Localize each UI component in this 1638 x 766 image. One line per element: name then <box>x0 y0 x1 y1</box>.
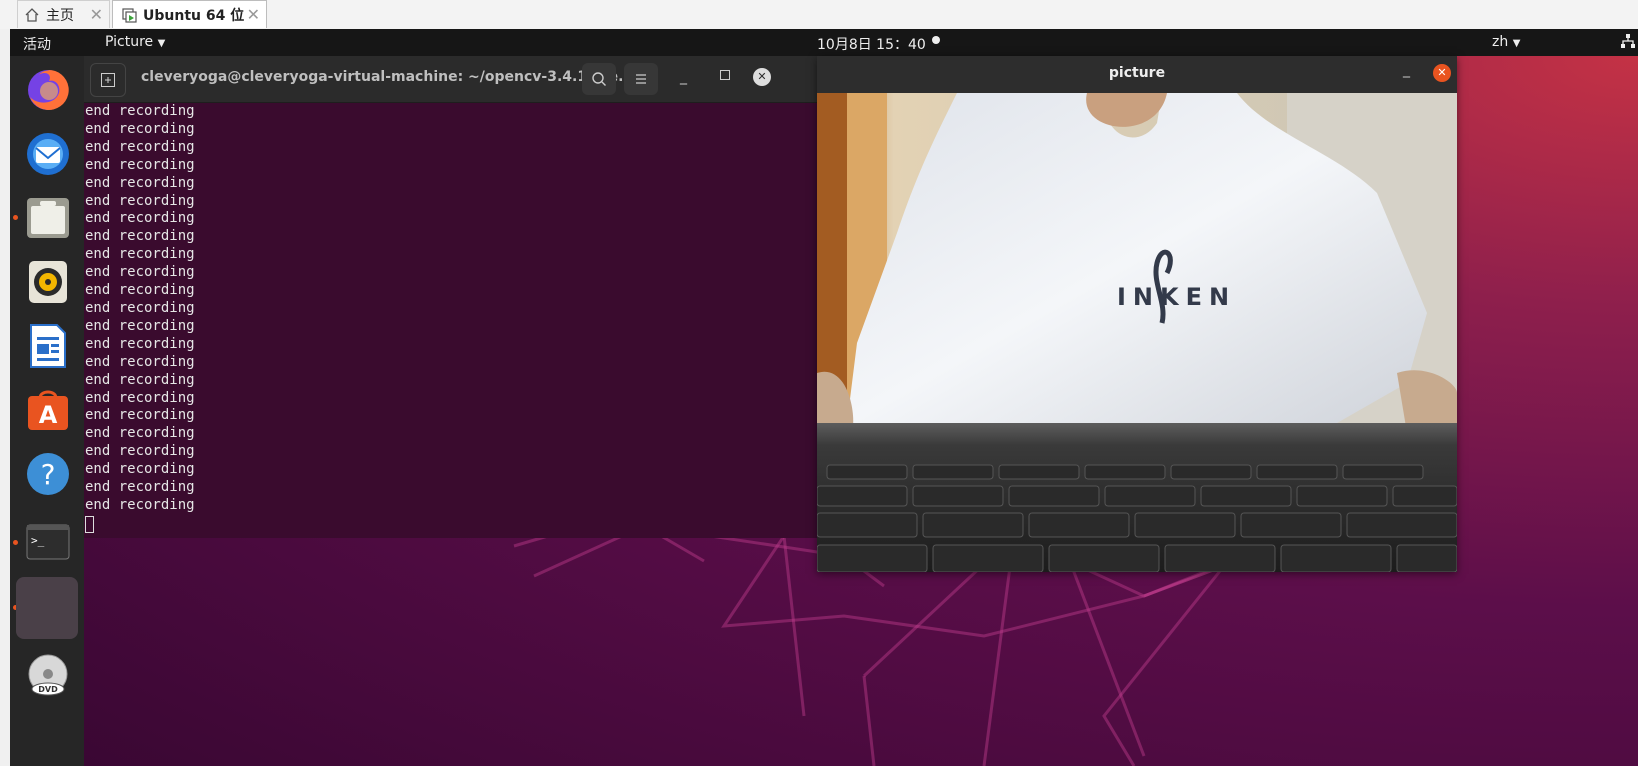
terminal-line: end recording <box>85 210 195 227</box>
terminal-cursor <box>85 515 94 533</box>
terminal-line: end recording <box>85 443 195 460</box>
terminal-window: cleveryoga@cleveryoga-virtual-machine: ~… <box>84 56 818 538</box>
close-icon[interactable]: ✕ <box>753 68 771 86</box>
terminal-line: end recording <box>85 317 195 334</box>
app-menu-label: Picture <box>105 34 154 50</box>
close-tab-icon[interactable]: ✕ <box>247 5 260 24</box>
terminal-line: end recording <box>85 264 195 281</box>
terminal-line: end recording <box>85 299 195 316</box>
hamburger-menu-icon[interactable] <box>624 63 658 95</box>
terminal-line: end recording <box>85 425 195 442</box>
vm-tab-ubuntu-label: Ubuntu 64 位 <box>143 7 245 24</box>
input-method-label: zh <box>1492 34 1509 50</box>
software-center-icon[interactable]: A <box>24 386 72 434</box>
terminal-line: end recording <box>85 353 195 370</box>
picture-app-icon[interactable] <box>16 577 78 639</box>
vm-tab-strip: 主页 ✕ Ubuntu 64 位 ✕ <box>0 0 1638 30</box>
terminal-line: end recording <box>85 496 195 513</box>
clock[interactable]: 10月8日 15：40 <box>817 34 926 54</box>
running-indicator <box>13 215 18 220</box>
libreoffice-writer-icon[interactable] <box>24 322 72 370</box>
camera-image: INKEN <box>817 93 1457 572</box>
terminal-header-bar: cleveryoga@cleveryoga-virtual-machine: ~… <box>84 56 818 103</box>
vm-tab-ubuntu[interactable]: Ubuntu 64 位 ✕ <box>112 0 267 28</box>
home-icon <box>25 7 39 22</box>
camera-frame: INKEN <box>817 93 1457 572</box>
notification-dot-icon <box>932 36 940 44</box>
new-tab-icon[interactable] <box>90 63 126 97</box>
svg-text:?: ? <box>41 458 56 491</box>
terminal-icon[interactable]: >_ <box>24 518 72 566</box>
dvd-icon[interactable]: DVD <box>24 652 72 700</box>
vm-running-icon <box>122 7 137 23</box>
terminal-output[interactable]: end recording end recording end recording e… <box>84 103 818 538</box>
terminal-line: end recording <box>85 138 195 155</box>
rhythmbox-icon[interactable] <box>24 258 72 306</box>
app-menu-button[interactable]: Picture ▼ <box>105 34 165 50</box>
terminal-line: end recording <box>85 407 195 424</box>
terminal-line: end recording <box>85 174 195 191</box>
picture-window-title: picture <box>1108 65 1166 81</box>
terminal-line: end recording <box>85 389 195 406</box>
running-indicator <box>13 540 18 545</box>
svg-text:>_: >_ <box>31 534 45 547</box>
files-icon[interactable] <box>24 194 72 242</box>
terminal-line: end recording <box>85 103 195 119</box>
svg-text:A: A <box>39 401 58 429</box>
terminal-line: end recording <box>85 282 195 299</box>
shirt-print-text: INKEN <box>1117 283 1236 311</box>
vm-tab-home-label: 主页 <box>46 7 74 24</box>
close-tab-icon[interactable]: ✕ <box>90 5 103 24</box>
terminal-line: end recording <box>85 246 195 263</box>
thunderbird-icon[interactable] <box>24 130 72 178</box>
terminal-line: end recording <box>85 479 195 496</box>
terminal-line: end recording <box>85 335 195 352</box>
picture-header-bar: picture _ ✕ <box>817 56 1457 93</box>
chevron-down-icon: ▼ <box>157 38 166 49</box>
terminal-line: end recording <box>85 228 195 245</box>
minimize-icon[interactable]: _ <box>1403 62 1410 78</box>
svg-text:DVD: DVD <box>38 685 58 694</box>
network-icon[interactable] <box>1620 33 1636 53</box>
close-icon[interactable]: ✕ <box>1433 64 1451 82</box>
help-icon[interactable]: ? <box>24 450 72 498</box>
terminal-line: end recording <box>85 156 195 173</box>
minimize-icon[interactable]: _ <box>680 69 687 85</box>
terminal-line: end recording <box>85 192 195 209</box>
firefox-icon[interactable] <box>24 66 72 114</box>
terminal-line: end recording <box>85 371 195 388</box>
terminal-line: end recording <box>85 120 195 137</box>
maximize-icon[interactable] <box>720 70 730 80</box>
terminal-title: cleveryoga@cleveryoga-virtual-machine: ~… <box>141 69 635 85</box>
input-method-button[interactable]: zh ▼ <box>1492 34 1520 50</box>
activities-button[interactable]: 活动 <box>23 34 51 54</box>
chevron-down-icon: ▼ <box>1512 38 1521 49</box>
picture-window: picture _ ✕ INKEN <box>817 56 1457 572</box>
gnome-top-bar: 活动 Picture ▼ 10月8日 15：40 zh ▼ <box>10 29 1638 56</box>
search-icon[interactable] <box>582 63 616 95</box>
terminal-line: end recording <box>85 461 195 478</box>
vm-tab-home[interactable]: 主页 ✕ <box>17 0 110 28</box>
ubuntu-dock: A ? >_ DVD <box>10 56 84 766</box>
